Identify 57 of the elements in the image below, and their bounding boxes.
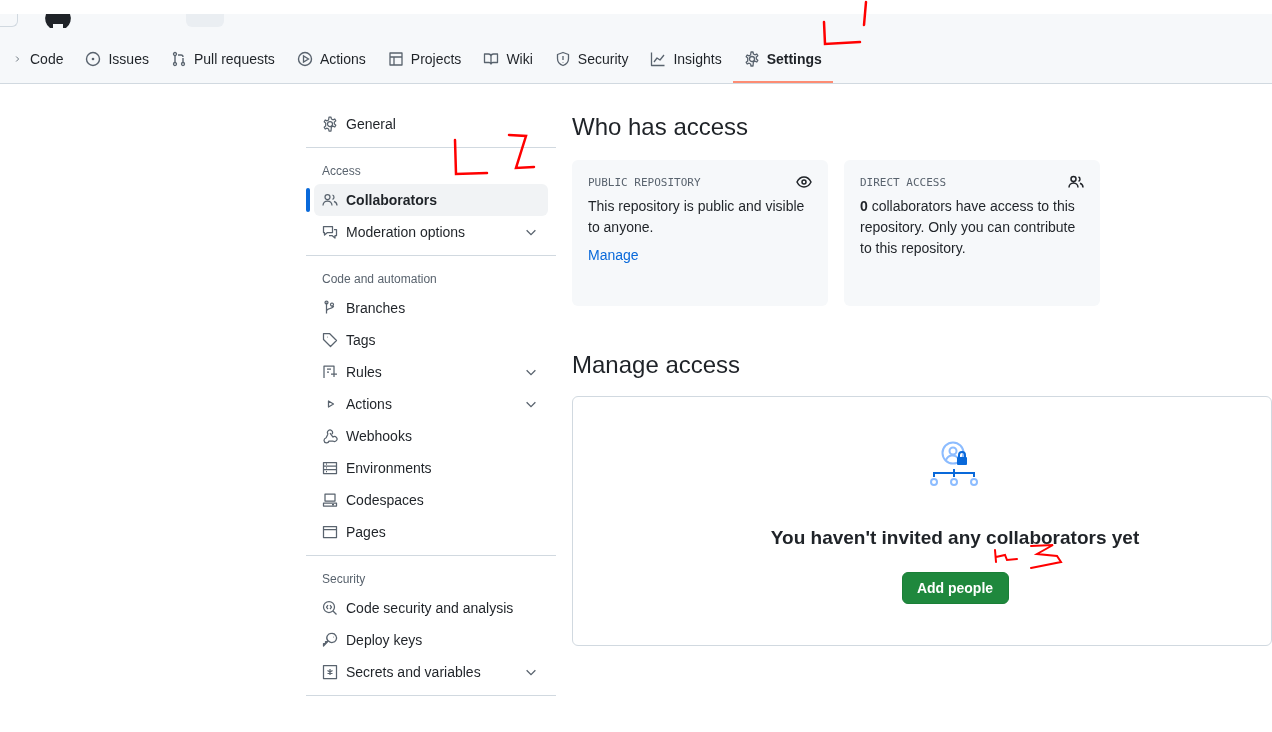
- server-icon: [322, 460, 338, 476]
- sidebar-item[interactable]: Branches: [314, 292, 548, 324]
- settings-icon: [322, 116, 338, 132]
- sidebar-item[interactable]: Moderation options: [314, 216, 548, 248]
- sidebar-item[interactable]: Codespaces: [314, 484, 548, 516]
- browser-icon: [322, 524, 338, 540]
- play-circle-icon: [296, 50, 313, 67]
- sidebar-item[interactable]: Pages: [314, 516, 548, 548]
- comment-icon: [322, 224, 338, 240]
- sidebar-item[interactable]: Environments: [314, 452, 548, 484]
- asterisk-icon: [322, 664, 338, 680]
- card-heading: DIRECT ACCESS: [860, 175, 947, 189]
- codespaces-icon: [322, 492, 338, 508]
- sidebar-item[interactable]: Webhooks: [314, 420, 548, 452]
- card-heading: PUBLIC REPOSITORY: [588, 175, 701, 189]
- repo-tab[interactable]: Insights: [639, 36, 733, 83]
- repo-tab[interactable]: Projects: [376, 36, 473, 83]
- repo-tab[interactable]: Wiki: [472, 36, 544, 83]
- sidebar-heading: Access: [321, 163, 362, 180]
- rules-icon: [322, 364, 338, 380]
- table-icon: [387, 50, 404, 67]
- shield-icon: [554, 50, 571, 67]
- annotation-scribble: [993, 542, 1065, 572]
- section-title: Manage access: [572, 350, 742, 380]
- sidebar-item[interactable]: Code security and analysis: [314, 592, 548, 624]
- key-icon: [322, 632, 338, 648]
- repo-tab[interactable]: Security: [543, 36, 640, 83]
- sidebar-heading: Security: [321, 571, 367, 588]
- webhook-icon: [322, 428, 338, 444]
- sidebar-heading: Code and automation: [321, 271, 438, 288]
- repo-tab[interactable]: Code: [2, 36, 75, 83]
- eye-icon: [796, 174, 812, 190]
- people-icon: [1068, 174, 1084, 190]
- manage-link[interactable]: Manage: [588, 247, 639, 263]
- repo-tab[interactable]: Settings: [732, 36, 833, 83]
- settings-icon: [743, 50, 760, 67]
- codescan-icon: [322, 600, 338, 616]
- tag-icon: [322, 332, 338, 348]
- book-icon: [483, 50, 500, 67]
- section-title: Who has access: [572, 112, 750, 142]
- people-icon: [322, 192, 338, 208]
- sidebar-item[interactable]: Secrets and variables: [314, 656, 548, 688]
- repo-tab[interactable]: Issues: [74, 36, 160, 83]
- add-people-button[interactable]: Add people: [901, 572, 1009, 604]
- card-text: 0 collaborators have access to this repository. Only you can contribute to this repository.: [860, 197, 1077, 258]
- issue-circle-icon: [85, 50, 102, 67]
- card-text: This repository is public and visible to anyone.: [588, 197, 806, 237]
- pull-request-icon: [170, 50, 187, 67]
- graph-icon: [650, 50, 667, 67]
- sidebar-item[interactable]: General: [314, 108, 548, 140]
- repo-tab[interactable]: Pull requests: [159, 36, 286, 83]
- sidebar-item[interactable]: Tags: [314, 324, 548, 356]
- sidebar-item[interactable]: Rules: [314, 356, 548, 388]
- sidebar-item[interactable]: Deploy keys: [314, 624, 548, 656]
- sidebar-item[interactable]: Actions: [314, 388, 548, 420]
- empty-state-message: You haven't invited any collaborators yet: [770, 527, 1140, 549]
- repo-tab[interactable]: Actions: [285, 36, 377, 83]
